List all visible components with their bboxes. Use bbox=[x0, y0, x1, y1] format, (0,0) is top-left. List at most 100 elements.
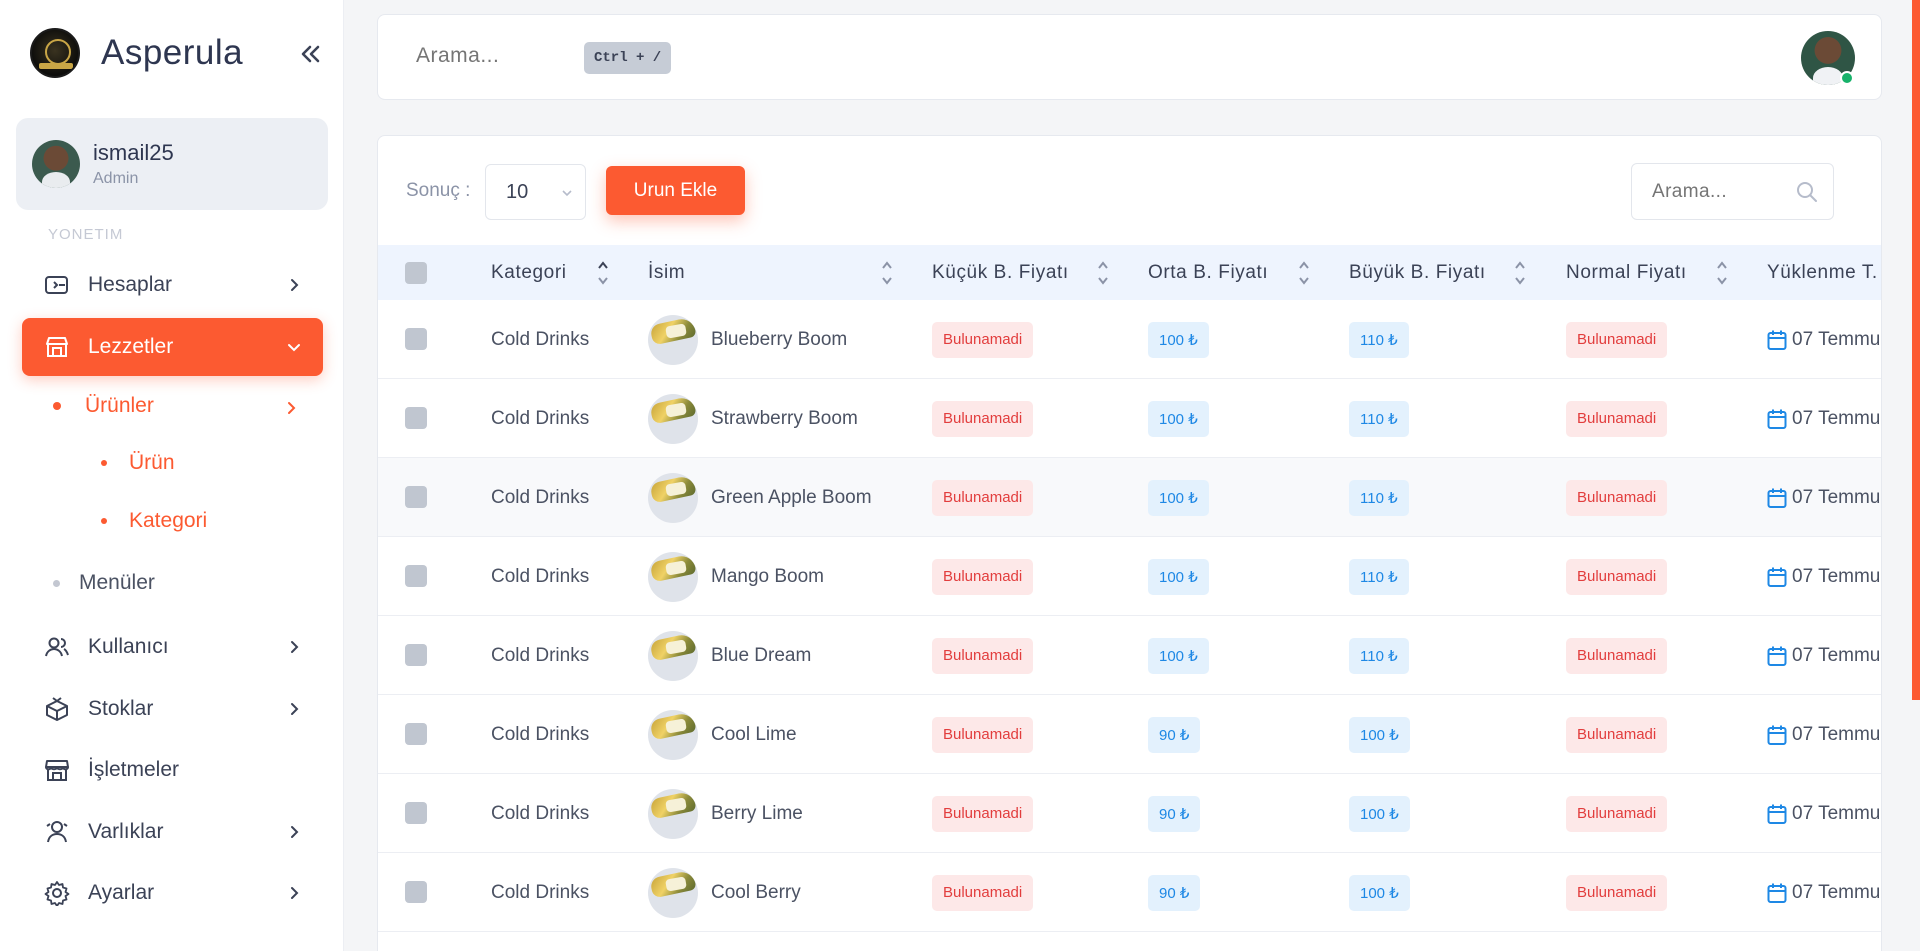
sidebar-item-urun[interactable]: Ürün bbox=[101, 451, 175, 475]
sidebar-item-varliklar[interactable]: Varlıklar bbox=[22, 803, 323, 861]
calendar-icon bbox=[1767, 488, 1787, 508]
column-header-kategori[interactable]: Kategori bbox=[491, 245, 567, 300]
row-checkbox[interactable] bbox=[405, 881, 427, 903]
chevron-right-icon bbox=[291, 826, 299, 838]
sort-icon[interactable] bbox=[1716, 259, 1728, 287]
upload-date-cell: 07 Temmuz bbox=[1767, 379, 1882, 458]
row-checkbox[interactable] bbox=[405, 644, 427, 666]
column-header-yuklenme[interactable]: Yüklenme T. bbox=[1767, 245, 1878, 300]
row-checkbox[interactable] bbox=[405, 407, 427, 429]
brand[interactable]: Asperula bbox=[30, 27, 243, 79]
chevron-right-icon bbox=[291, 703, 299, 715]
price-badge: Bulunamadi bbox=[932, 874, 1034, 911]
sidebar-item-isletmeler[interactable]: İşletmeler bbox=[22, 741, 323, 799]
price-badge: Bulunamadi bbox=[1566, 400, 1668, 437]
category-text: Cold Drinks bbox=[491, 644, 590, 666]
upload-date: 07 Temmuz bbox=[1792, 486, 1882, 508]
medium-price-cell: 90 ₺ bbox=[1148, 853, 1201, 932]
sidebar-item-label: İşletmeler bbox=[88, 758, 180, 781]
search-icon[interactable] bbox=[1795, 180, 1819, 204]
sidebar-item-label: Lezzetler bbox=[88, 335, 174, 358]
sort-icon[interactable] bbox=[881, 259, 893, 287]
upload-date: 07 Temmuz bbox=[1792, 407, 1882, 429]
online-status-dot bbox=[1840, 71, 1854, 85]
normal-price-cell: Bulunamadi bbox=[1566, 695, 1668, 774]
price-badge: 90 ₺ bbox=[1148, 795, 1201, 832]
box-icon bbox=[44, 696, 70, 722]
price-badge: 100 ₺ bbox=[1148, 321, 1209, 358]
collapse-sidebar-icon[interactable] bbox=[296, 40, 324, 68]
sidebar-item-stoklar[interactable]: Stoklar bbox=[22, 680, 323, 738]
sidebar-item-ayarlar[interactable]: Ayarlar bbox=[22, 864, 323, 922]
price-badge: 100 ₺ bbox=[1148, 479, 1209, 516]
column-header-isim[interactable]: İsim bbox=[648, 245, 685, 300]
scrollbar-accent[interactable] bbox=[1912, 0, 1920, 700]
upload-date: 07 Temmuz bbox=[1792, 881, 1882, 903]
category-cell: Cold Drinks bbox=[491, 379, 589, 458]
sidebar-item-lezzetler[interactable]: Lezzetler bbox=[22, 318, 323, 376]
table-search-input[interactable] bbox=[1652, 181, 1792, 203]
category-cell: Cold Drinks bbox=[491, 458, 589, 537]
product-thumbnail bbox=[648, 551, 698, 602]
row-checkbox[interactable] bbox=[405, 565, 427, 587]
section-label: YONETIM bbox=[48, 226, 124, 243]
table-row[interactable]: Cold Drinks Strawberry Boom Bulunamadi 1… bbox=[378, 379, 1882, 458]
chevron-right-icon bbox=[288, 402, 296, 414]
table-row[interactable]: Cold Drinks Blueberry Boom Bulunamadi 10… bbox=[378, 300, 1881, 379]
sort-icon[interactable] bbox=[1298, 259, 1310, 287]
category-cell: Cold Drinks bbox=[491, 853, 589, 932]
table-row[interactable]: Cold Drinks Mango Boom Bulunamadi 100 ₺ … bbox=[378, 537, 1881, 616]
small-price-cell: Bulunamadi bbox=[932, 853, 1034, 932]
profile-card[interactable]: ismail25 Admin bbox=[16, 118, 328, 210]
normal-price-cell: Bulunamadi bbox=[1566, 537, 1668, 616]
upload-date-cell: 07 Temmuz bbox=[1767, 458, 1882, 537]
sidebar-item-menuler[interactable]: Menüler bbox=[53, 571, 155, 595]
wallet-icon bbox=[44, 272, 70, 298]
column-header-kucuk-fiyat[interactable]: Küçük B. Fiyatı bbox=[932, 245, 1069, 300]
sidebar-item-hesaplar[interactable]: Hesaplar bbox=[22, 256, 323, 314]
calendar-icon bbox=[1767, 330, 1787, 350]
sidebar-item-label: Kategori bbox=[129, 509, 208, 532]
column-label: Kategori bbox=[491, 261, 567, 283]
row-checkbox[interactable] bbox=[405, 486, 427, 508]
small-price-cell: Bulunamadi bbox=[932, 616, 1034, 695]
column-header-normal-fiyat[interactable]: Normal Fiyatı bbox=[1566, 245, 1687, 300]
large-price-cell: 110 ₺ bbox=[1349, 458, 1409, 537]
table-row[interactable]: Cold Drinks Berry Lime Bulunamadi 90 ₺ 1… bbox=[378, 774, 1882, 853]
column-label: Orta B. Fiyatı bbox=[1148, 261, 1269, 283]
upload-date: 07 Temmuz bbox=[1792, 644, 1882, 666]
column-header-orta-fiyat[interactable]: Orta B. Fiyatı bbox=[1148, 245, 1268, 300]
product-name: Blueberry Boom bbox=[711, 328, 848, 350]
table-row[interactable]: Cold Drinks Cool Lime Bulunamadi 90 ₺ 10… bbox=[378, 695, 1881, 774]
page-size-select[interactable]: 10 bbox=[485, 164, 586, 220]
small-price-cell: Bulunamadi bbox=[932, 774, 1034, 853]
column-header-buyuk-fiyat[interactable]: Büyük B. Fiyatı bbox=[1349, 245, 1486, 300]
bullet-icon bbox=[101, 460, 107, 466]
normal-price-cell: Bulunamadi bbox=[1566, 300, 1668, 379]
select-all-checkbox[interactable] bbox=[405, 262, 427, 284]
price-badge: Bulunamadi bbox=[1566, 716, 1668, 753]
sidebar-item-kullanici[interactable]: Kullanıcı bbox=[22, 618, 323, 676]
table-header: Kategori İsim Küçük B. Fiyatı Orta B. Fi… bbox=[378, 245, 1881, 300]
table-row[interactable]: Cold Drinks Cool Berry Bulunamadi 90 ₺ 1… bbox=[378, 853, 1882, 932]
table-row[interactable]: Cold Drinks Blue Dream Bulunamadi 100 ₺ … bbox=[378, 616, 1882, 695]
users-icon bbox=[44, 634, 70, 660]
row-checkbox[interactable] bbox=[405, 802, 427, 824]
category-text: Cold Drinks bbox=[491, 565, 590, 587]
sort-icon[interactable] bbox=[1097, 259, 1109, 287]
row-checkbox[interactable] bbox=[405, 723, 427, 745]
price-badge: 100 ₺ bbox=[1148, 637, 1209, 674]
sort-icon[interactable] bbox=[1514, 259, 1526, 287]
price-badge: 100 ₺ bbox=[1148, 558, 1209, 595]
sort-icon[interactable] bbox=[597, 259, 609, 287]
sidebar-item-urunler[interactable]: Ürünler bbox=[53, 394, 154, 418]
category-cell: Cold Drinks bbox=[491, 695, 589, 774]
upload-date: 07 Temmuz bbox=[1792, 802, 1882, 824]
medium-price-cell: 100 ₺ bbox=[1148, 458, 1209, 537]
global-search-input[interactable] bbox=[416, 44, 576, 68]
add-product-button[interactable]: Urun Ekle bbox=[606, 166, 745, 215]
table-row[interactable]: Cold Drinks Green Apple Boom Bulunamadi … bbox=[378, 458, 1882, 537]
upload-date-cell: 07 Temmuz bbox=[1767, 616, 1882, 695]
row-checkbox[interactable] bbox=[405, 328, 427, 350]
sidebar-item-kategori[interactable]: Kategori bbox=[101, 509, 207, 533]
